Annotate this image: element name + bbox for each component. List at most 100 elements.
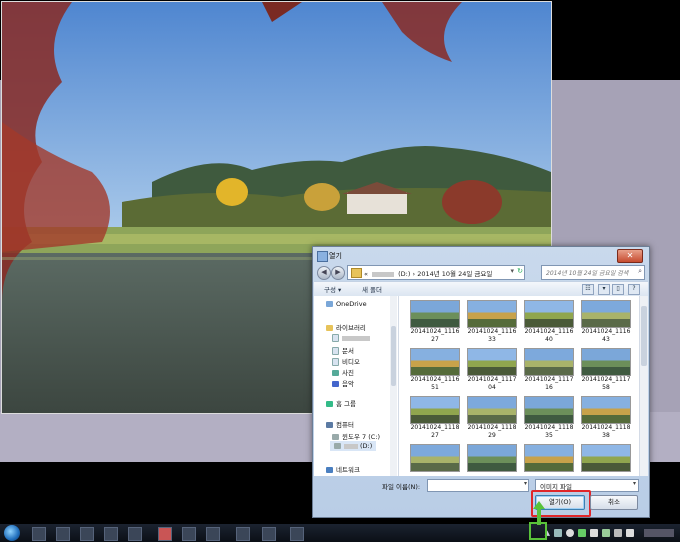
music-icon	[332, 381, 339, 387]
file-name: 20141024_1118 38	[580, 424, 632, 440]
image-thumbnail	[467, 396, 517, 424]
search-box[interactable]: ⌕	[541, 265, 645, 280]
taskbar-app[interactable]	[206, 527, 220, 541]
file-thumbnail[interactable]: 20141024_1116 33	[466, 300, 518, 344]
image-thumbnail	[581, 396, 631, 424]
file-thumbnail[interactable]: 20141024_1117 58	[580, 348, 632, 392]
view-options-icon[interactable]: ☷	[582, 284, 594, 295]
nav-network[interactable]: 네트워크	[326, 464, 360, 474]
filename-input[interactable]	[430, 481, 524, 492]
onedrive-icon	[326, 301, 333, 307]
search-input[interactable]	[544, 267, 634, 280]
file-name-line: 20141024_1118	[524, 424, 574, 431]
search-icon[interactable]: ⌕	[638, 267, 642, 276]
tray-app-icon[interactable]	[566, 529, 574, 537]
taskbar-app[interactable]	[56, 527, 70, 541]
cancel-button[interactable]: 취소	[590, 495, 638, 510]
nav-redacted[interactable]	[332, 334, 370, 342]
taskbar-app[interactable]	[128, 527, 142, 541]
nav-homegroup[interactable]: 홈 그룹	[326, 398, 356, 408]
breadcrumb[interactable]: « (D:) › 2014년 10월 24일 금요일	[364, 268, 492, 278]
nav-drive-c[interactable]: 윈도우 7 (C:)	[332, 431, 380, 441]
file-name-line: 43	[602, 336, 610, 343]
volume-icon[interactable]	[626, 529, 634, 537]
app-icon	[317, 251, 328, 262]
redacted-label	[342, 335, 370, 341]
file-thumbnail[interactable]: 20141024_1118 35	[523, 396, 575, 440]
refresh-icon[interactable]: ↻	[517, 267, 523, 275]
picture-icon	[332, 370, 339, 376]
files-scrollbar[interactable]	[639, 296, 648, 476]
nav-videos[interactable]: 비디오	[332, 356, 360, 366]
file-thumbnail[interactable]: 20141024_1116 27	[409, 300, 461, 344]
nav-computer[interactable]: 컴퓨터	[326, 419, 354, 429]
taskbar-app[interactable]	[182, 527, 196, 541]
start-button[interactable]	[4, 525, 20, 541]
scrollbar-thumb[interactable]	[391, 326, 396, 386]
library-icon	[326, 325, 333, 331]
file-thumbnail[interactable]	[409, 444, 461, 472]
taskbar-app[interactable]	[158, 527, 172, 541]
view-dropdown-icon[interactable]: ▾	[598, 284, 610, 295]
chevron-down-icon[interactable]: ▾	[633, 480, 636, 487]
navigation-pane: OneDrive 라이브러리 문서 비디오 사진 음악 홈 그룹 컴퓨터 윈도우…	[314, 296, 399, 476]
tray-app-icon[interactable]	[602, 529, 610, 537]
preview-pane-icon[interactable]: ▯	[612, 284, 624, 295]
file-name: 20141024_1118 29	[466, 424, 518, 440]
file-thumbnail[interactable]	[523, 444, 575, 472]
breadcrumb-drive[interactable]: (D:)	[398, 270, 410, 278]
filename-combobox[interactable]: ▾	[427, 479, 529, 492]
file-name-line: 20141024_1116	[524, 328, 574, 335]
file-name-line: 27	[431, 336, 439, 343]
breadcrumb-folder[interactable]: 2014년 10월 24일 금요일	[417, 270, 492, 278]
tray-app-icon[interactable]	[554, 529, 562, 537]
file-thumbnail[interactable]: 20141024_1118 27	[409, 396, 461, 440]
nav-pictures[interactable]: 사진	[332, 367, 354, 377]
organize-button[interactable]: 구성 ▾	[324, 284, 341, 294]
file-name: 20141024_1116 27	[409, 328, 461, 344]
file-thumbnail[interactable]: 20141024_1118 38	[580, 396, 632, 440]
nav-documents[interactable]: 문서	[332, 345, 354, 355]
breadcrumb-overflow[interactable]: «	[364, 270, 368, 278]
flag-icon[interactable]	[590, 529, 598, 537]
nav-libraries[interactable]: 라이브러리	[326, 322, 366, 332]
taskbar-app[interactable]	[236, 527, 250, 541]
nav-music[interactable]: 음악	[332, 378, 354, 388]
taskbar-app[interactable]	[290, 527, 304, 541]
taskbar-app[interactable]	[262, 527, 276, 541]
file-thumbnail[interactable]: 20141024_1117 04	[466, 348, 518, 392]
file-thumbnail[interactable]: 20141024_1118 29	[466, 396, 518, 440]
file-name-line: 20141024_1116	[410, 328, 460, 335]
file-thumbnail[interactable]	[580, 444, 632, 472]
file-name: 20141024_1117 04	[466, 376, 518, 392]
nav-scrollbar[interactable]	[390, 296, 397, 476]
file-thumbnail[interactable]: 20141024_1116 40	[523, 300, 575, 344]
taskbar-app[interactable]	[80, 527, 94, 541]
tray-app-icon[interactable]	[578, 529, 586, 537]
file-thumbnail[interactable]: 20141024_1116 43	[580, 300, 632, 344]
new-folder-button[interactable]: 새 폴더	[362, 284, 382, 294]
taskbar: ▲	[0, 524, 680, 542]
file-thumbnail[interactable]: 20141024_1117 16	[523, 348, 575, 392]
image-thumbnail	[410, 348, 460, 376]
clock-redacted[interactable]	[644, 529, 674, 537]
back-button[interactable]: ◀	[317, 266, 331, 280]
nav-onedrive[interactable]: OneDrive	[326, 300, 367, 308]
image-thumbnail	[581, 300, 631, 328]
network-tray-icon[interactable]	[614, 529, 622, 537]
file-thumbnail[interactable]	[466, 444, 518, 472]
chevron-down-icon[interactable]: ▾	[510, 267, 514, 275]
image-thumbnail	[467, 300, 517, 328]
taskbar-app[interactable]	[32, 527, 46, 541]
chevron-down-icon[interactable]: ▾	[524, 480, 527, 487]
help-icon[interactable]: ?	[628, 284, 640, 295]
file-name-line: 04	[488, 384, 496, 391]
address-bar[interactable]: « (D:) › 2014년 10월 24일 금요일 ▾ ↻	[347, 265, 525, 280]
nav-drive-d[interactable]: (D:)	[330, 441, 377, 451]
taskbar-app[interactable]	[104, 527, 118, 541]
file-thumbnail[interactable]: 20141024_1116 51	[409, 348, 461, 392]
forward-button[interactable]: ▶	[331, 266, 345, 280]
scrollbar-thumb[interactable]	[641, 306, 647, 366]
file-name-line: 20141024_1117	[581, 376, 631, 383]
close-button[interactable]: ✕	[617, 249, 643, 263]
